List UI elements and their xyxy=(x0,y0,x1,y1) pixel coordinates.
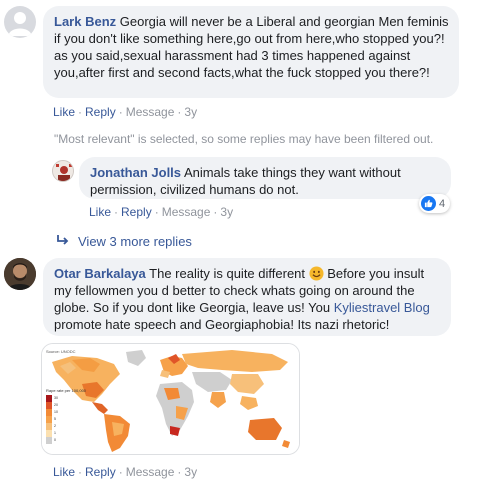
like-link[interactable]: Like xyxy=(53,105,75,119)
timestamp[interactable]: 3y xyxy=(184,105,197,119)
comment-first-line: Lark Benz Georgia will never be a Libera… xyxy=(54,13,449,30)
legend-value: 30 xyxy=(54,396,58,400)
map-source-label: Source: UNODC xyxy=(46,349,76,354)
message-link[interactable]: Message xyxy=(126,105,175,119)
message-link[interactable]: Message xyxy=(126,465,175,479)
world-map-graphic: Source: UNODC Rape rate per 100,000 30 2… xyxy=(42,344,299,454)
comment-bubble-otar-barkalaya: Otar Barkalaya The reality is quite diff… xyxy=(43,258,451,336)
reply-link[interactable]: Reply xyxy=(85,105,116,119)
legend-value: 10 xyxy=(54,410,58,414)
reply-arrow-icon xyxy=(56,234,70,249)
reaction-count-badge[interactable]: 4 xyxy=(419,194,451,213)
legend-value: 5 xyxy=(54,417,56,421)
comment-text-line: if you don't like something here,go out … xyxy=(54,31,445,46)
filter-note: "Most relevant" is selected, so some rep… xyxy=(54,132,434,146)
view-more-label[interactable]: View 3 more replies xyxy=(78,234,192,249)
reaction-count: 4 xyxy=(439,197,446,210)
comment-actions: Like · Reply · Message · 3y xyxy=(53,465,198,479)
comment-text: Georgia will never be a Liberal and geor… xyxy=(119,14,449,29)
comment-text-line: you,after first and second facts,what th… xyxy=(54,65,430,80)
legend-value: 0 xyxy=(54,438,56,442)
avatar-otar-barkalaya[interactable] xyxy=(4,258,36,290)
legend-title: Rape rate per 100,000 xyxy=(46,388,87,393)
legend-value: 1 xyxy=(54,431,56,435)
comment-author[interactable]: Otar Barkalaya xyxy=(54,266,146,281)
reply-link[interactable]: Reply xyxy=(121,205,152,219)
smiley-emoji-icon xyxy=(309,266,324,281)
reply-actions: Like · Reply · Message · 3y xyxy=(89,205,234,219)
view-more-replies-link[interactable]: View 3 more replies xyxy=(56,234,192,249)
reply-link[interactable]: Reply xyxy=(85,465,116,479)
like-link[interactable]: Like xyxy=(89,205,111,219)
comment-text: The reality is quite different xyxy=(149,266,306,281)
avatar-jonathan-jolls[interactable] xyxy=(52,160,74,182)
like-link[interactable]: Like xyxy=(53,465,75,479)
mention-link[interactable]: Kyliestravel Blog xyxy=(334,300,430,315)
reply-author[interactable]: Jonathan Jolls xyxy=(90,165,181,180)
timestamp[interactable]: 3y xyxy=(184,465,197,479)
comment-bubble-lark-benz: Lark Benz Georgia will never be a Libera… xyxy=(43,6,459,98)
comment-text-line: as you said,sexual harassment had 3 time… xyxy=(54,48,411,63)
legend-value: 20 xyxy=(54,403,58,407)
avatar-lark-benz[interactable] xyxy=(4,6,36,38)
attached-map-image[interactable]: Source: UNODC Rape rate per 100,000 30 2… xyxy=(41,343,300,455)
legend-value: 2 xyxy=(54,424,56,428)
thumbs-up-icon xyxy=(421,196,436,211)
reply-bubble-jonathan-jolls: Jonathan Jolls Animals take things they … xyxy=(79,157,451,199)
comment-text-end: promote hate speech and Georgiaphobia! I… xyxy=(54,317,390,332)
comment-actions: Like · Reply · Message · 3y xyxy=(53,105,198,119)
timestamp[interactable]: 3y xyxy=(220,205,233,219)
comment-author[interactable]: Lark Benz xyxy=(54,14,116,29)
message-link[interactable]: Message xyxy=(162,205,211,219)
